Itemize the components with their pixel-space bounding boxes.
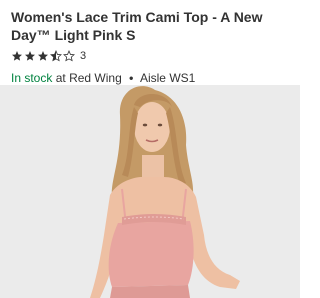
- product-title: Women's Lace Trim Cami Top - A New Day™ …: [11, 9, 263, 43]
- product-image[interactable]: [0, 85, 300, 298]
- star-empty-icon: [63, 50, 75, 62]
- product-header: Women's Lace Trim Cami Top - A New Day™ …: [0, 0, 300, 86]
- separator-dot: •: [129, 71, 134, 85]
- stock-status: In stock: [11, 71, 53, 85]
- aisle-location: Aisle WS1: [139, 71, 196, 85]
- availability-connector: at: [55, 71, 66, 85]
- star-full-icon: [25, 51, 35, 61]
- availability-line: In stock at Red Wing • Aisle WS1: [11, 70, 289, 86]
- star-full-icon: [38, 51, 48, 61]
- rating-stars[interactable]: [11, 50, 76, 62]
- product-photo: [0, 85, 300, 298]
- rating-row[interactable]: 3: [11, 48, 289, 64]
- rating-count[interactable]: 3: [80, 50, 86, 62]
- star-half-icon: [50, 50, 62, 62]
- store-name[interactable]: Red Wing: [69, 71, 122, 85]
- star-full-icon: [12, 51, 22, 61]
